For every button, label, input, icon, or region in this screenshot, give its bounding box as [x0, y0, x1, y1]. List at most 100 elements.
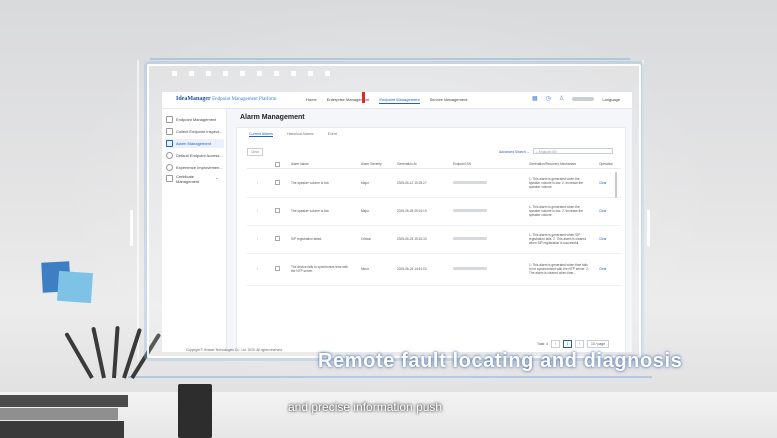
- table-row[interactable]: › The device fails to synchronize time w…: [247, 253, 621, 286]
- sidebar-item-default-endpoint-access[interactable]: Default Endpoint Access...: [166, 151, 224, 160]
- column-header[interactable]: Generation At: [397, 162, 417, 166]
- highlight-marker: [362, 92, 393, 103]
- column-header[interactable]: Endpoint SN: [453, 162, 471, 166]
- tab-historical-alarms[interactable]: Historical Alarms: [287, 132, 314, 137]
- sidebar-item-label: Endpoint Management: [176, 117, 217, 122]
- prev-page-button[interactable]: ‹: [550, 340, 560, 348]
- nav-service-management[interactable]: Service Management: [430, 97, 468, 104]
- alarm-name: SIP registration failed.: [291, 237, 323, 241]
- search-input[interactable]: ⌕ Endpoint SN: [533, 148, 613, 154]
- endpoint-sn-redacted: [453, 209, 487, 213]
- table-scrollbar[interactable]: [615, 172, 617, 198]
- chevron-right-icon[interactable]: ›: [257, 267, 258, 271]
- column-header[interactable]: Generation/Recovery Mechanism: [529, 162, 576, 166]
- endpoint-sn-redacted: [453, 237, 487, 241]
- column-header[interactable]: Alarm Severity: [361, 162, 382, 166]
- mug: [178, 384, 212, 438]
- page-button[interactable]: 1: [562, 340, 572, 348]
- user-icon[interactable]: ♙: [559, 96, 564, 102]
- row-checkbox[interactable]: [275, 208, 280, 214]
- chevron-right-icon[interactable]: ›: [257, 237, 258, 241]
- sidebar-item-alarm-management[interactable]: Alarm Management: [166, 139, 224, 148]
- search-placeholder: Endpoint SN: [538, 150, 557, 154]
- clock-icon[interactable]: ◷: [546, 96, 551, 102]
- clear-alarm-link[interactable]: Clear: [599, 237, 607, 241]
- column-header[interactable]: Alarm Name: [291, 162, 309, 166]
- grid-icon[interactable]: ▦: [532, 96, 538, 102]
- clipboard-icon: [166, 128, 173, 135]
- book-stack: [0, 395, 130, 438]
- tab-current-alarms[interactable]: Current Alarms: [249, 132, 273, 137]
- sidebar-item-label: Alarm Management: [176, 141, 211, 146]
- brand-subtitle: Endpoint Management Platform: [212, 97, 277, 102]
- alarm-management-app: IdeaManager Endpoint Management Platform…: [162, 92, 632, 352]
- tab-event[interactable]: Event: [328, 132, 337, 137]
- clear-alarm-link[interactable]: Clear: [599, 267, 607, 271]
- page-title: Alarm Management: [240, 114, 305, 121]
- alarm-severity: Major: [361, 181, 369, 185]
- sidebar-item-experience-improvement[interactable]: Experience Improvemen...: [166, 163, 224, 172]
- language-selector[interactable]: Language: [602, 97, 620, 102]
- user-name-redacted[interactable]: [572, 97, 595, 101]
- table-row[interactable]: › The speaker volume is low. Major 2025-…: [247, 169, 621, 198]
- alarm-time: 2025-06-24 15:15:33: [397, 237, 427, 241]
- top-icons: ▦ ◷ ♙ Language: [532, 96, 620, 102]
- alarm-name: The speaker volume is low.: [291, 209, 330, 213]
- plant-decoration: [64, 318, 162, 380]
- main-content: Alarm Management Current Alarms Historic…: [228, 109, 632, 352]
- nav-home[interactable]: Home: [306, 97, 317, 104]
- alarm-time: 2025-06-24 14:51:03: [397, 267, 427, 271]
- clear-alarm-link[interactable]: Clear: [599, 209, 607, 213]
- alarm-mechanism: 1. This alarm is generated when the spea…: [529, 177, 584, 189]
- table-row[interactable]: › SIP registration failed. Critical 2025…: [247, 225, 621, 254]
- video-caption: Remote fault locating and diagnosis: [318, 350, 683, 372]
- advanced-search-link[interactable]: Advanced Search ⌄: [499, 150, 530, 154]
- sidebar-item-endpoint-management[interactable]: Endpoint Management: [166, 115, 224, 124]
- alarm-mechanism: 1. This alarm is generated when SIP regi…: [529, 233, 586, 245]
- window-dots: [172, 71, 330, 76]
- endpoint-sn-redacted: [453, 267, 487, 271]
- column-header[interactable]: Operation: [599, 162, 613, 166]
- sidebar-item-certificate-management[interactable]: Certificate Management ⌄: [166, 174, 224, 187]
- chevron-right-icon[interactable]: ›: [257, 181, 258, 185]
- tech-line: [647, 210, 650, 246]
- alarm-severity: Major: [361, 209, 369, 213]
- alarm-tabs: Current Alarms Historical Alarms Event: [249, 132, 337, 137]
- sidebar-item-label: Default Endpoint Access...: [176, 153, 223, 158]
- chevron-down-icon[interactable]: ⌄: [215, 175, 218, 180]
- advanced-search-label: Advanced Search: [499, 150, 526, 154]
- video-frame: IdeaManager Endpoint Management Platform…: [0, 0, 777, 438]
- page-size-select[interactable]: 10 / page: [586, 340, 610, 348]
- chevron-right-icon[interactable]: ›: [257, 209, 258, 213]
- row-checkbox[interactable]: [275, 180, 280, 186]
- row-checkbox[interactable]: [275, 266, 280, 272]
- certificate-icon: [166, 175, 173, 182]
- gear-icon: [166, 152, 173, 159]
- table-header: Alarm Name Alarm Severity Generation At …: [247, 160, 621, 169]
- tech-line: [150, 58, 630, 60]
- copyright-text: Copyright © Huawei Technologies Co., Ltd…: [186, 348, 283, 352]
- clear-alarm-link[interactable]: Clear: [599, 181, 607, 185]
- sidebar-item-label: Experience Improvemen...: [176, 165, 223, 170]
- bell-icon: [166, 140, 173, 147]
- tech-line: [128, 376, 652, 378]
- top-bar: IdeaManager Endpoint Management Platform…: [162, 92, 632, 109]
- sidebar-item-collect-endpoint-inspect[interactable]: Collect Endpoint Inspect...: [166, 127, 224, 136]
- select-all-checkbox[interactable]: [275, 162, 280, 168]
- alarm-name: The device fails to synchronize time wit…: [291, 265, 349, 273]
- sidebar: Endpoint Management Collect Endpoint Ins…: [162, 109, 227, 352]
- endpoint-sn-redacted: [453, 181, 487, 185]
- monitor-icon: [166, 116, 173, 123]
- tech-line: [130, 210, 133, 246]
- brand-name: IdeaManager: [176, 96, 211, 102]
- table-row[interactable]: › The speaker volume is low. Major 2025-…: [247, 197, 621, 226]
- alarm-severity: Minor: [361, 267, 369, 271]
- chevron-down-icon: ⌄: [526, 150, 530, 154]
- row-checkbox[interactable]: [275, 236, 280, 242]
- video-subcaption: and precise information push: [288, 400, 443, 414]
- pagination-total: Total: 4: [537, 342, 548, 346]
- chart-icon: [166, 164, 173, 171]
- brand-logo[interactable]: IdeaManager Endpoint Management Platform: [176, 96, 277, 102]
- clear-button[interactable]: Clear: [247, 148, 263, 156]
- next-page-button[interactable]: ›: [574, 340, 584, 348]
